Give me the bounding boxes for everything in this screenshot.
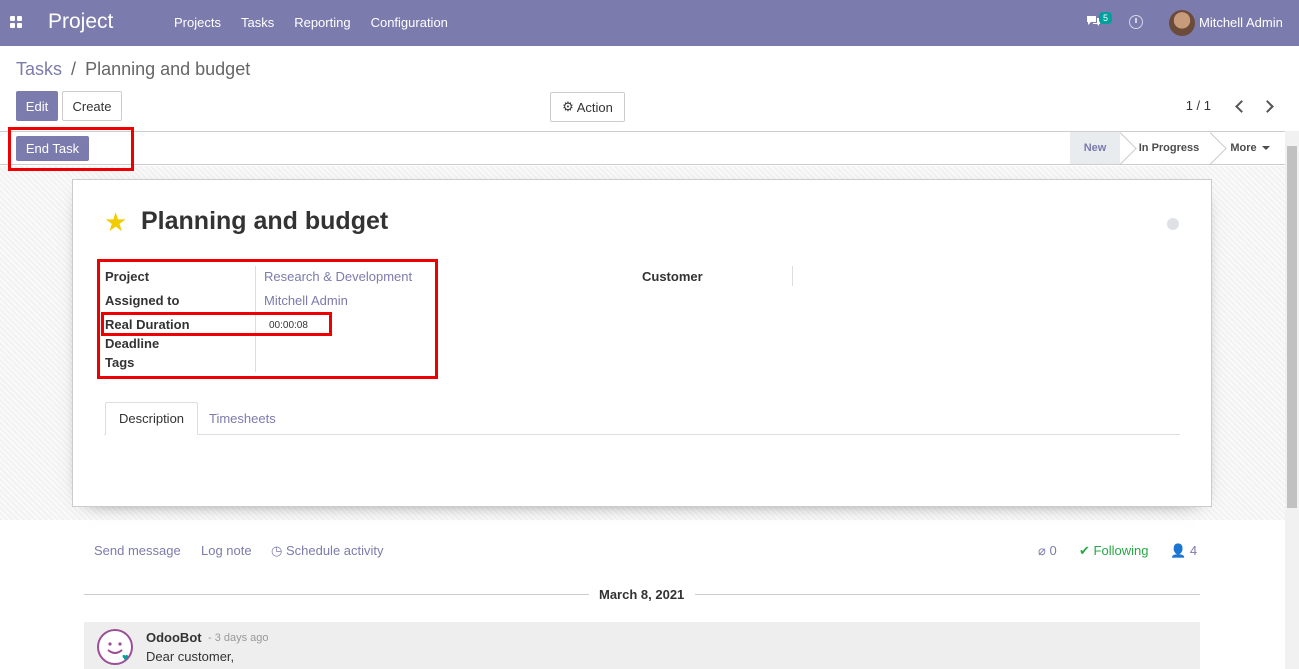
check-icon: ✔ (1079, 543, 1090, 558)
clock-icon: ◷ (271, 543, 283, 558)
customer-label: Customer (642, 269, 703, 284)
date-divider-left (84, 594, 589, 595)
following-label: Following (1093, 543, 1149, 558)
caret-down-icon (1261, 146, 1270, 150)
stage-more-dropdown[interactable]: More (1222, 132, 1278, 164)
highlight-duration (101, 312, 332, 336)
more-label: More (1230, 142, 1257, 154)
chat-count-badge: 5 (1099, 12, 1113, 24)
schedule-activity-button[interactable]: ◷ Schedule activity (271, 543, 384, 559)
pager-value[interactable]: 1 / 1 (1186, 98, 1211, 113)
app-brand[interactable]: Project (48, 10, 113, 34)
apps-menu-icon[interactable] (10, 16, 22, 28)
user-name[interactable]: Mitchell Admin (1199, 15, 1283, 30)
create-button[interactable]: Create (62, 91, 122, 121)
highlight-end-task (8, 127, 134, 171)
tab-description[interactable]: Description (105, 402, 199, 435)
user-icon: 👤 (1170, 543, 1187, 558)
main-menu: Projects Tasks Reporting Configuration (164, 15, 458, 30)
pager-previous-icon[interactable] (1233, 99, 1247, 113)
attachments-button[interactable]: ⌀ 0 (1038, 543, 1057, 559)
message-author: OdooBot (146, 630, 202, 645)
followers-count: 4 (1189, 543, 1198, 558)
schedule-activity-label: Schedule activity (285, 543, 384, 558)
attachments-count: 0 (1049, 543, 1057, 558)
user-avatar[interactable] (1169, 10, 1195, 36)
stage-separator (1210, 132, 1222, 164)
date-divider-right (695, 594, 1200, 595)
chatter-message (84, 622, 1200, 669)
heart-icon: ♥ (122, 652, 129, 664)
tab-timesheets[interactable]: Timesheets (196, 402, 289, 435)
breadcrumb-tasks[interactable]: Tasks (16, 59, 62, 79)
activity-clock-icon[interactable] (1129, 15, 1143, 29)
priority-star-icon[interactable]: ★ (104, 209, 127, 235)
send-message-button[interactable]: Send message (94, 543, 181, 558)
field-separator (792, 266, 793, 286)
action-label: Action (576, 99, 613, 115)
gear-icon: ⚙ (562, 99, 574, 114)
followers-button[interactable]: 👤 4 (1170, 543, 1197, 559)
edit-button[interactable]: Edit (16, 91, 58, 121)
breadcrumb: Tasks / Planning and budget (16, 59, 250, 80)
following-button[interactable]: ✔ Following (1079, 543, 1148, 559)
statusbar: End Task New In Progress More (0, 131, 1285, 165)
message-body: Dear customer, (146, 649, 235, 664)
action-button[interactable]: ⚙ Action (550, 92, 625, 122)
paperclip-icon: ⌀ (1038, 543, 1046, 558)
top-navbar: Project Projects Tasks Reporting Configu… (0, 0, 1299, 46)
log-note-button[interactable]: Log note (201, 543, 252, 558)
menu-tasks[interactable]: Tasks (241, 15, 274, 30)
menu-configuration[interactable]: Configuration (371, 15, 448, 30)
menu-projects[interactable]: Projects (174, 15, 221, 30)
breadcrumb-separator: / (71, 59, 77, 79)
breadcrumb-current: Planning and budget (85, 59, 251, 79)
scrollbar-thumb[interactable] (1287, 146, 1297, 508)
message-date: - 3 days ago (208, 632, 269, 644)
menu-reporting[interactable]: Reporting (294, 15, 350, 30)
task-title: Planning and budget (141, 207, 389, 235)
pager-next-icon[interactable] (1262, 99, 1276, 113)
kanban-state-dot[interactable] (1167, 218, 1179, 230)
date-divider-label: March 8, 2021 (599, 587, 685, 602)
